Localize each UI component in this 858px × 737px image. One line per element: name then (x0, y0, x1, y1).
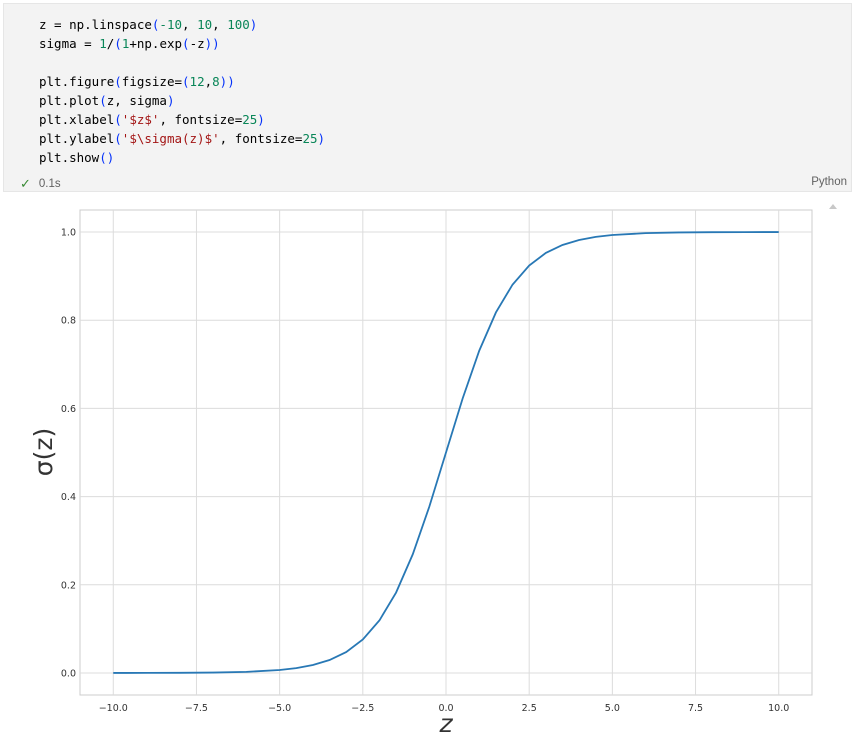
code-token: '$z$' (121, 112, 160, 127)
code-line: plt.plot(z, sigma) (39, 91, 325, 110)
code-token: +np.exp (129, 36, 183, 51)
code-token: , fontsize= (159, 112, 243, 127)
code-token: ( (182, 36, 190, 51)
code-token: sigma = (39, 36, 100, 51)
code-token: plt.figure (39, 74, 115, 89)
code-line: plt.xlabel('$z$', fontsize=25) (39, 110, 325, 129)
cell-output: −10.0 −7.5 −5.0 −2.5 0.0 2.5 5.0 7.5 10.0 0.0 0.2 0… (0, 196, 858, 737)
code-token: plt.plot (39, 93, 100, 108)
code-token: , (204, 74, 213, 89)
x-tick-label: 10.0 (768, 703, 789, 714)
check-icon: ✓ (20, 176, 31, 191)
code-token: ( (114, 131, 122, 146)
cell-language-label[interactable]: Python (811, 176, 847, 188)
code-cell[interactable]: z = np.linspace(-10, 10, 100) sigma = 1/(… (3, 3, 852, 192)
code-token: )) (204, 36, 220, 51)
code-token: plt.xlabel (39, 112, 115, 127)
code-token: ) (257, 112, 265, 127)
code-token: ( (182, 74, 190, 89)
code-token: plt.ylabel (39, 131, 115, 146)
y-tick-label: 0.4 (61, 492, 76, 503)
x-axis-label: z (438, 709, 453, 733)
code-token: ) (249, 17, 258, 32)
x-tick-label: −5.0 (268, 703, 291, 714)
cell-status: ✓ 0.1s (20, 176, 61, 192)
code-token: ( (114, 36, 122, 51)
code-token: ( (114, 112, 122, 127)
sigmoid-chart: −10.0 −7.5 −5.0 −2.5 0.0 2.5 5.0 7.5 10.00.00.20… (29, 209, 813, 737)
code-token: figsize= (121, 74, 183, 89)
x-tick-label: −2.5 (351, 703, 374, 714)
x-tick-label: 2.5 (522, 703, 537, 714)
code-token: , fontsize= (219, 131, 303, 146)
y-tick-label: 0.6 (61, 404, 76, 415)
code-token: ( (114, 74, 122, 89)
code-token: -z (189, 36, 205, 51)
code-token: z, sigma (106, 93, 167, 108)
code-token: 25 (242, 112, 258, 127)
code-line: plt.ylabel('$\sigma(z)$', fontsize=25) (39, 129, 325, 148)
x-tick-label: −10.0 (99, 703, 128, 714)
code-token: 100 (227, 17, 250, 32)
x-tick-label: 5.0 (605, 703, 620, 714)
execution-time: 0.1s (38, 178, 61, 190)
code-token: ( (99, 93, 107, 108)
code-token: 1 (99, 36, 107, 51)
code-token: , (212, 17, 228, 32)
code-line: plt.figure(figsize=(12,8)) (39, 72, 325, 91)
x-tick-label: −7.5 (185, 703, 208, 714)
y-axis-label: σ(z) (29, 428, 58, 476)
code-token: -10 (159, 17, 182, 32)
code-token: () (99, 150, 115, 165)
code-token: 12 (189, 74, 205, 89)
code-token: , (182, 17, 198, 32)
code-token: plt.show (39, 150, 100, 165)
x-tick-label: 7.5 (688, 703, 703, 714)
code-line: sigma = 1/(1+np.exp(-z)) (39, 34, 325, 53)
code-line: plt.show() (39, 148, 325, 167)
y-tick-label: 1.0 (61, 228, 76, 239)
code-token: z = np.linspace (39, 17, 152, 32)
y-tick-label: 0.8 (61, 316, 76, 327)
y-tick-label: 0.2 (61, 580, 76, 591)
code-token: 10 (197, 17, 213, 32)
code-token: '$\sigma(z)$' (121, 131, 220, 146)
code-token: 8 (212, 74, 220, 89)
y-tick-label: 0.0 (61, 668, 76, 679)
code-token: )) (219, 74, 235, 89)
code-token: 25 (302, 131, 318, 146)
code-line: z = np.linspace(-10, 10, 100) (39, 15, 325, 34)
code-editor[interactable]: z = np.linspace(-10, 10, 100) sigma = 1/(… (39, 15, 325, 167)
code-token: ) (166, 93, 175, 108)
code-token: ) (317, 131, 326, 146)
